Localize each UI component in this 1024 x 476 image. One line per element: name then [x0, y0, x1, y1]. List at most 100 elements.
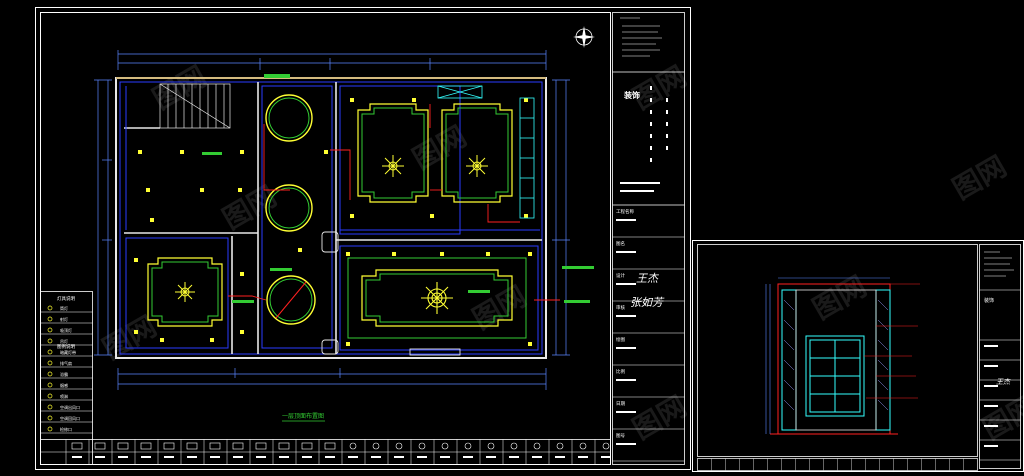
title-block-label: 比例: [616, 368, 625, 375]
symbol-caption: [578, 456, 588, 458]
legend-label: 空调回风口: [60, 415, 80, 421]
symbol-icon: [487, 442, 495, 450]
legend-row: 筒灯: [40, 305, 93, 313]
legend-symbol-icon: [47, 382, 53, 388]
symbol-caption: [463, 456, 473, 458]
legend-row: 烟感: [40, 382, 93, 390]
title-block-label: 审核: [616, 304, 625, 311]
symbol-icon: [372, 442, 380, 450]
plan-caption: 一层顶面布置图: [282, 412, 325, 422]
legend-label: 空调出风口: [60, 404, 80, 410]
side-notes: [984, 251, 1014, 277]
symbol-caption: [371, 456, 381, 458]
symbol-icon: [209, 442, 221, 450]
legend-label: 吊灯: [60, 338, 68, 344]
side-symbol-strip: [697, 458, 978, 471]
symbol-caption: [532, 456, 542, 458]
svg-text:王杰: 王杰: [636, 272, 660, 285]
side-drawing-frame: [697, 244, 978, 457]
legend-title-2: 图例说明: [57, 343, 75, 350]
legend-label: 喷淋: [60, 393, 68, 399]
title-block-value: [616, 283, 636, 285]
cad-canvas: 图网 图网 图网 图网 图网 图网 图网 图网 图网 图网 一层顶面布置图 灯具…: [35, 7, 1024, 472]
svg-text:张如芳: 张如芳: [630, 296, 665, 309]
symbol-caption: [233, 456, 243, 458]
legend-row: 排气扇: [40, 360, 93, 368]
title-block-value: [616, 379, 636, 381]
legend-symbol-icon: [47, 305, 53, 311]
legend-label: 检修口: [60, 426, 72, 432]
symbol-caption: [417, 456, 427, 458]
symbol-caption: [118, 456, 128, 458]
title-block-label: 图名: [616, 240, 625, 247]
svg-text:图网: 图网: [627, 389, 692, 446]
title-block-label: 绘图: [616, 336, 625, 343]
north-arrow-icon: [573, 26, 595, 48]
watermark: 图网 图网 图网 图网 图网 图网 图网 图网 图网 图网: [97, 59, 1024, 446]
symbol-caption: [302, 456, 312, 458]
symbol-icon: [395, 442, 403, 450]
title-block-label: 图号: [616, 433, 625, 439]
round-ceiling-panel-3: [266, 275, 316, 325]
column-pattern-right: [877, 299, 889, 411]
legend-symbol-icon: [47, 404, 53, 410]
symbol-icon: [324, 442, 336, 450]
svg-text:图网: 图网: [627, 59, 692, 116]
symbol-caption: [509, 456, 519, 458]
svg-text:图网: 图网: [217, 179, 282, 236]
design-notes: [620, 17, 662, 57]
symbol-icon: [579, 442, 587, 450]
chandelier-icon: [175, 282, 195, 302]
svg-text:图网: 图网: [977, 389, 1024, 446]
side-title-row: [979, 445, 1021, 461]
legend-row: 喷淋: [40, 393, 93, 401]
title-block-label: 设计: [616, 272, 625, 279]
company-logo-text: 装饰: [623, 90, 640, 100]
dimension-lines-right: [552, 79, 570, 356]
symbol-caption: [394, 456, 404, 458]
window-cabinet: [805, 335, 865, 417]
symbol-caption: [164, 456, 174, 458]
company-logo: 装饰: [623, 90, 640, 100]
legend-label: 吸顶灯: [60, 327, 72, 333]
legend-symbol-icon: [47, 415, 53, 421]
legend-label: 烟感: [60, 382, 68, 388]
signature-1: 王杰: [636, 272, 660, 285]
symbol-icon: [301, 442, 313, 450]
title-block-row: 绘图: [612, 336, 685, 366]
symbol-icon: [278, 442, 290, 450]
symbol-icon: [232, 442, 244, 450]
symbol-icon: [163, 442, 175, 450]
symbol-caption: [72, 456, 82, 458]
chandelier-icon: [466, 155, 488, 177]
title-block-label: 工程名称: [616, 208, 634, 215]
legend-symbol-icon: [47, 371, 53, 377]
symbol-icon: [349, 442, 357, 450]
dimension-lines-bottom: [117, 368, 547, 390]
symbol-icon: [464, 442, 472, 450]
round-ceiling-panel-1: [265, 94, 313, 142]
side-company-logo: 装饰: [984, 297, 994, 304]
title-block-value: [616, 219, 636, 221]
elevation-leaders: [864, 283, 920, 399]
legend-row: 暗藏灯带: [40, 349, 93, 357]
symbol-caption: [210, 456, 220, 458]
legend-symbol-icon: [47, 338, 53, 344]
side-signature: 王杰: [996, 378, 1011, 386]
floor-plan: [115, 74, 594, 359]
svg-text:图网: 图网: [407, 119, 472, 176]
title-block-row: 图名: [612, 240, 685, 270]
symbol-caption: [601, 456, 611, 458]
chandelier-icon: [421, 282, 453, 314]
symbol-strip: [40, 439, 611, 465]
legend-symbol-icon: [47, 393, 53, 399]
plan-caption-text: 一层顶面布置图: [282, 412, 324, 420]
symbol-icon: [533, 442, 541, 450]
legend-label: 筒灯: [60, 305, 68, 311]
legend-table: 灯具说明 图例说明 筒灯射灯吸顶灯吊灯暗藏灯带排气扇浴霸烟感喷淋空调出风口空调回…: [40, 291, 93, 465]
legend-symbol-icon: [47, 327, 53, 333]
title-block-row: 工程名称: [612, 208, 685, 238]
signature-2: 张如芳: [630, 296, 665, 309]
symbol-icon: [556, 442, 564, 450]
symbol-caption: [325, 456, 335, 458]
